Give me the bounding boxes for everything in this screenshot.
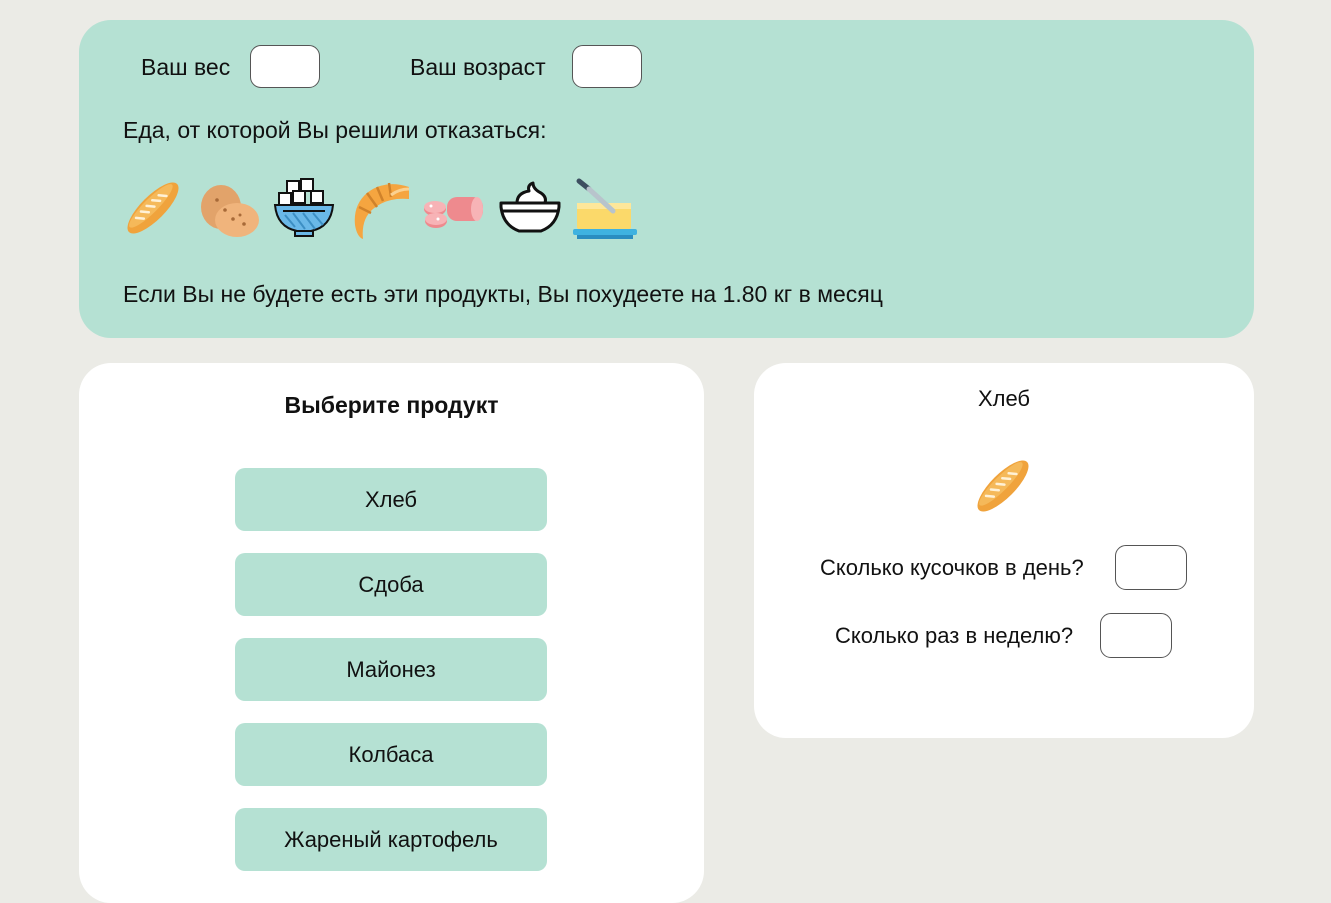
bread-icon [127,182,179,234]
product-detail-card: Хлеб Сколько кусочков в день? Сколько ра… [754,363,1254,738]
product-list-card: Выберите продукт Хлеб Сдоба Майонез Колб… [79,363,704,903]
weight-field[interactable] [250,45,320,88]
croissant-icon [354,182,410,239]
product-button-pastry[interactable]: Сдоба [235,553,547,616]
pieces-per-day-row: Сколько кусочков в день? [820,545,1188,590]
bread-icon [977,460,1029,512]
product-button-mayonnaise[interactable]: Майонез [235,638,547,701]
product-button-sausage[interactable]: Колбаса [235,723,547,786]
pieces-per-day-field[interactable] [1115,545,1187,590]
product-button-bread[interactable]: Хлеб [235,468,547,531]
product-detail-title: Хлеб [977,386,1031,411]
times-per-week-label: Сколько раз в неделю? [835,623,1074,648]
inputs-row: Ваш вес Ваш возраст [79,45,1254,90]
mayonnaise-icon [499,181,561,233]
times-per-week-row: Сколько раз в неделю? [835,613,1175,658]
potato-icon [201,185,259,237]
times-per-week-field[interactable] [1100,613,1172,658]
product-list-title: Выберите продукт [284,392,499,418]
summary-panel: Ваш вес Ваш возраст Еда, от которой Вы р… [79,20,1254,338]
product-button-fried-potato[interactable]: Жареный картофель [235,808,547,871]
result-text: Если Вы не будете есть эти продукты, Вы … [123,281,883,307]
age-label: Ваш возраст [410,54,546,80]
weight-label: Ваш вес [141,54,231,80]
refused-food-label: Еда, от которой Вы решили отказаться: [123,117,547,143]
sugar-bowl-icon [273,178,335,237]
pieces-per-day-label: Сколько кусочков в день? [820,555,1084,580]
sausage-icon [424,197,483,228]
age-field[interactable] [572,45,642,88]
butter-icon [573,178,637,239]
